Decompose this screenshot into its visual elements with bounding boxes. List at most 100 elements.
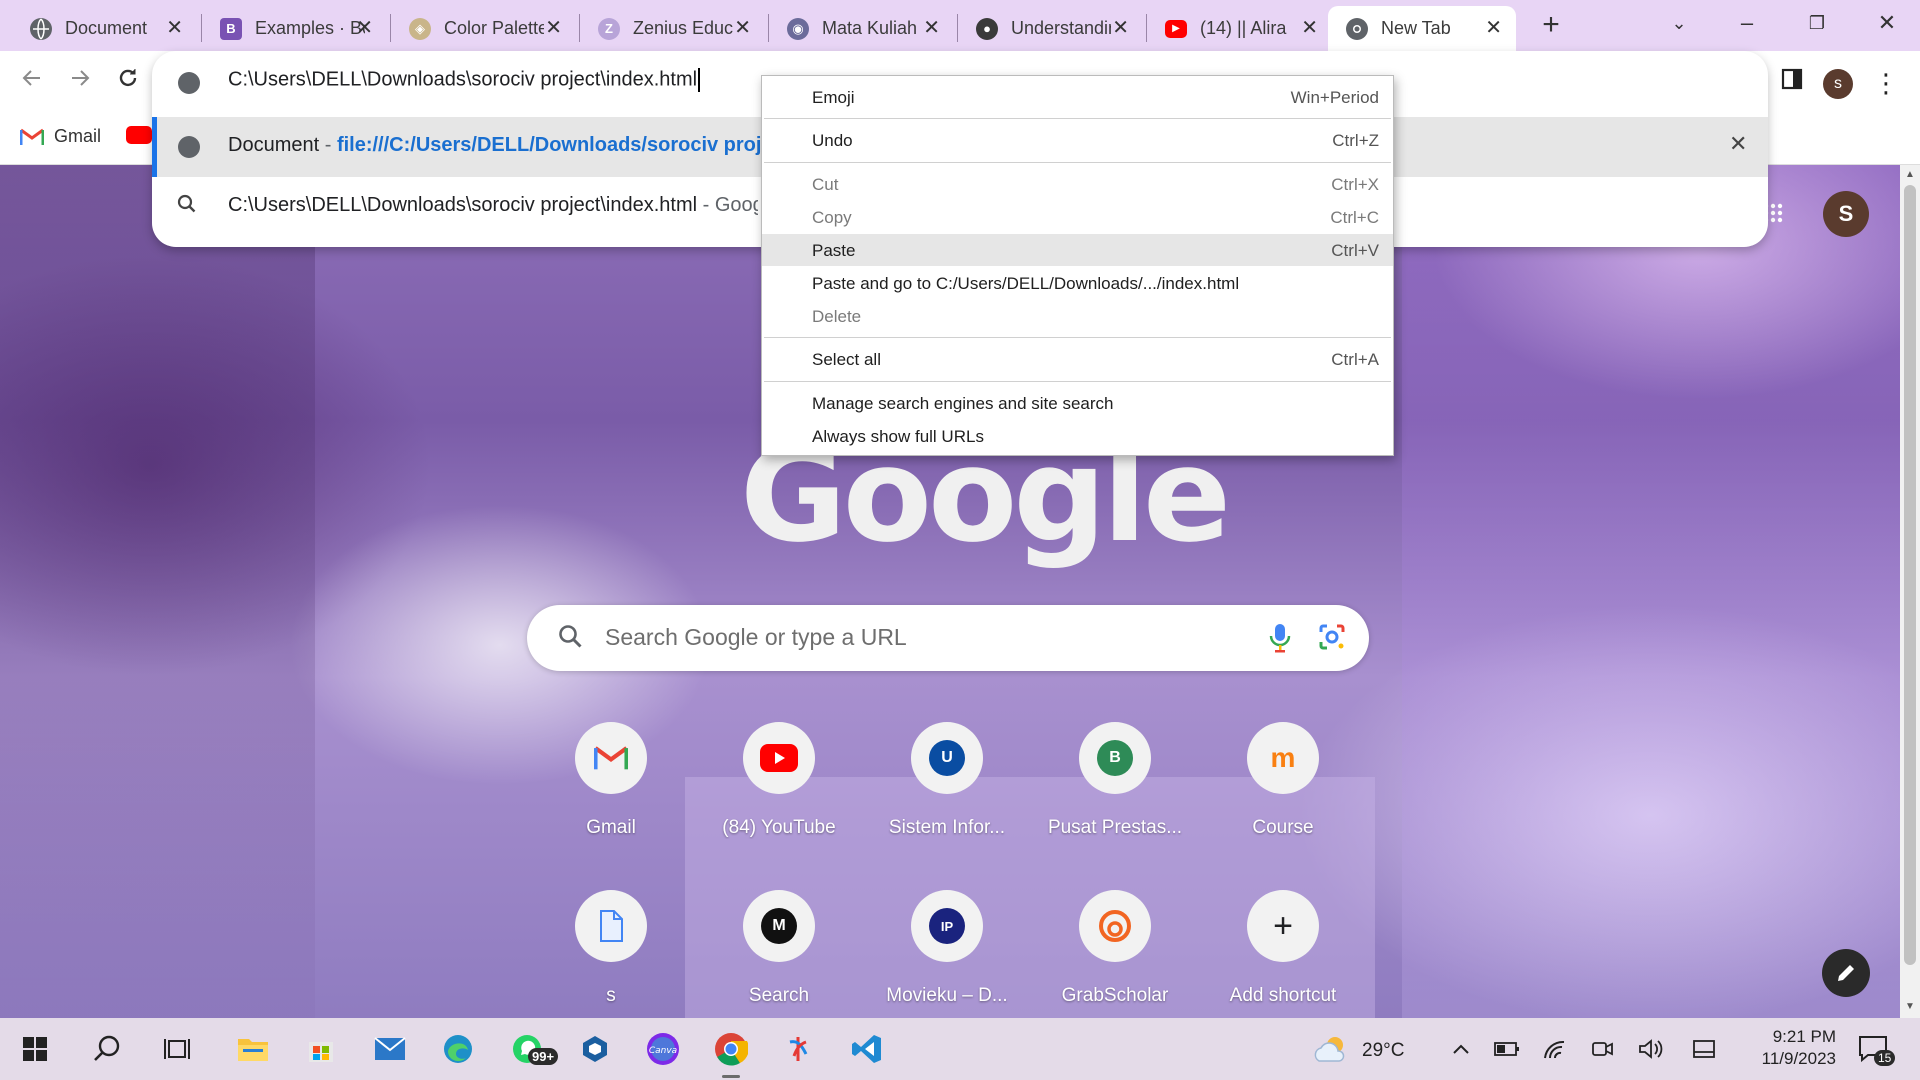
shortcut-label: Movieku – D...: [886, 985, 1008, 1006]
bookmark-youtube[interactable]: [126, 126, 152, 144]
shortcut-tile: [575, 722, 647, 794]
profile-button[interactable]: s: [1820, 65, 1856, 101]
taskbar-app[interactable]: [778, 1028, 820, 1070]
store-icon: [309, 1042, 333, 1062]
tab-youtube[interactable]: ▶ (14) || Alira ✕: [1147, 6, 1332, 51]
menu-item-label: Copy: [812, 208, 852, 227]
menu-item-cut[interactable]: Cut Ctrl+X: [762, 168, 1393, 200]
edge-icon: [444, 1035, 472, 1063]
minimize-button[interactable]: –: [1732, 8, 1762, 38]
google-lens-icon[interactable]: [1317, 622, 1347, 657]
shortcut-youtube[interactable]: (84) YouTube: [704, 722, 854, 872]
shortcut-search[interactable]: M Search: [704, 890, 854, 1018]
show-hidden-icons-button[interactable]: [1440, 1028, 1482, 1070]
menu-item-paste[interactable]: Paste Ctrl+V: [762, 234, 1393, 266]
close-icon[interactable]: ✕: [545, 18, 562, 38]
close-icon[interactable]: ✕: [734, 18, 751, 38]
back-button[interactable]: [14, 65, 50, 101]
new-tab-button[interactable]: +: [1536, 10, 1566, 40]
menu-item-label: Delete: [812, 307, 862, 326]
taskbar-sketchup[interactable]: [574, 1028, 616, 1070]
scroll-down-icon[interactable]: ▼: [1905, 1001, 1915, 1012]
notification-center-button[interactable]: 15: [1852, 1028, 1896, 1070]
suggestion-separator: -: [697, 194, 715, 216]
menu-item-copy[interactable]: Copy Ctrl+C: [762, 201, 1393, 233]
shortcut-gmail[interactable]: Gmail: [536, 722, 686, 872]
tab-understanding[interactable]: ● Understanding ✕: [958, 6, 1143, 51]
address-input[interactable]: C:\Users\DELL\Downloads\sorociv project\…: [228, 68, 701, 92]
menu-item-delete[interactable]: Delete: [762, 300, 1393, 332]
close-icon[interactable]: ✕: [356, 18, 373, 38]
menu-item-emoji[interactable]: Emoji Win+Period: [762, 81, 1393, 113]
taskbar-search-button[interactable]: [86, 1028, 128, 1070]
volume-icon[interactable]: [1630, 1028, 1672, 1070]
restore-button[interactable]: ❐: [1802, 8, 1832, 38]
tab-color-palette[interactable]: ◈ Color Palette ✕: [391, 6, 576, 51]
menu-item-undo[interactable]: Undo Ctrl+Z: [762, 124, 1393, 156]
menu-divider: [764, 118, 1391, 119]
bookmark-gmail[interactable]: Gmail: [20, 126, 101, 147]
tab-document[interactable]: Document ✕: [12, 6, 197, 51]
close-icon[interactable]: ✕: [1301, 18, 1318, 38]
close-icon[interactable]: ✕: [1485, 18, 1502, 38]
tab-new-tab[interactable]: New Tab ✕: [1328, 6, 1516, 51]
shortcut-grabscholar[interactable]: GrabScholar: [1040, 890, 1190, 1018]
menu-item-always-show-full-urls[interactable]: Always show full URLs: [762, 420, 1393, 452]
taskbar-mail[interactable]: [369, 1028, 411, 1070]
battery-icon[interactable]: [1486, 1028, 1528, 1070]
temperature-label[interactable]: 29°C: [1362, 1040, 1404, 1062]
close-icon[interactable]: ✕: [166, 18, 183, 38]
shortcut-course[interactable]: m Course: [1208, 722, 1358, 872]
tab-examples[interactable]: B Examples · Bootstrap ✕: [202, 6, 387, 51]
close-icon[interactable]: ✕: [923, 18, 940, 38]
start-button[interactable]: [14, 1028, 56, 1070]
scrollbar[interactable]: ▲ ▼: [1900, 165, 1920, 1018]
search-input[interactable]: Search Google or type a URL: [605, 624, 907, 651]
tab-search-icon[interactable]: ⌄: [1664, 8, 1694, 38]
wifi-icon[interactable]: [1534, 1028, 1576, 1070]
tab-title: Understanding: [1011, 18, 1111, 38]
weather-icon[interactable]: [1310, 1028, 1352, 1070]
taskbar-vscode[interactable]: [846, 1028, 888, 1070]
remove-suggestion-icon[interactable]: ✕: [1729, 131, 1747, 157]
close-icon[interactable]: ✕: [1112, 18, 1129, 38]
menu-button[interactable]: ⋮: [1868, 65, 1904, 101]
document-icon: [600, 910, 623, 942]
taskbar-whatsapp[interactable]: 99+: [506, 1028, 559, 1070]
taskbar-canva[interactable]: Canva: [642, 1028, 684, 1070]
add-shortcut-button[interactable]: + Add shortcut: [1208, 890, 1358, 1018]
meet-now-icon[interactable]: [1582, 1028, 1624, 1070]
shortcut-movieku[interactable]: IP Movieku – D...: [872, 890, 1022, 1018]
customize-button[interactable]: [1822, 949, 1870, 997]
close-window-button[interactable]: ✕: [1872, 8, 1902, 38]
forward-button[interactable]: [62, 65, 98, 101]
menu-item-select-all[interactable]: Select all Ctrl+A: [762, 343, 1393, 375]
tab-mata-kuliah[interactable]: ◉ Mata Kuliah ✕: [769, 6, 954, 51]
menu-item-label: Emoji: [812, 88, 855, 107]
shortcut-s[interactable]: s: [536, 890, 686, 1018]
taskbar-chrome[interactable]: [710, 1028, 752, 1078]
taskbar-edge[interactable]: [437, 1028, 479, 1070]
reload-button[interactable]: [110, 65, 146, 101]
menu-item-manage-search-engines[interactable]: Manage search engines and site search: [762, 387, 1393, 419]
menu-item-shortcut: Ctrl+Z: [1332, 131, 1379, 150]
shortcut-label: (84) YouTube: [722, 817, 836, 838]
taskbar-file-explorer[interactable]: [232, 1028, 274, 1070]
menu-item-paste-and-go[interactable]: Paste and go to C:/Users/DELL/Downloads/…: [762, 267, 1393, 299]
clock[interactable]: 9:21 PM 11/9/2023: [1736, 1026, 1836, 1070]
input-indicator-icon[interactable]: [1683, 1028, 1725, 1070]
microphone-icon[interactable]: [1267, 622, 1293, 659]
notification-count-badge: 15: [1874, 1050, 1896, 1066]
taskbar-microsoft-store[interactable]: [300, 1028, 342, 1070]
side-panel-button[interactable]: [1774, 65, 1810, 101]
task-view-button[interactable]: [156, 1028, 198, 1070]
shortcut-sistem-informasi[interactable]: U Sistem Infor...: [872, 722, 1022, 872]
scroll-up-icon[interactable]: ▲: [1905, 169, 1915, 180]
chevron-up-icon: [1453, 1044, 1469, 1054]
shortcut-pusat-prestasi[interactable]: B Pusat Prestas...: [1040, 722, 1190, 872]
tab-zenius[interactable]: Z Zenius Education ✕: [580, 6, 765, 51]
app-icon: [789, 1037, 808, 1061]
account-avatar[interactable]: S: [1823, 191, 1869, 237]
scroll-thumb[interactable]: [1904, 185, 1916, 965]
search-box[interactable]: Search Google or type a URL: [527, 605, 1369, 671]
